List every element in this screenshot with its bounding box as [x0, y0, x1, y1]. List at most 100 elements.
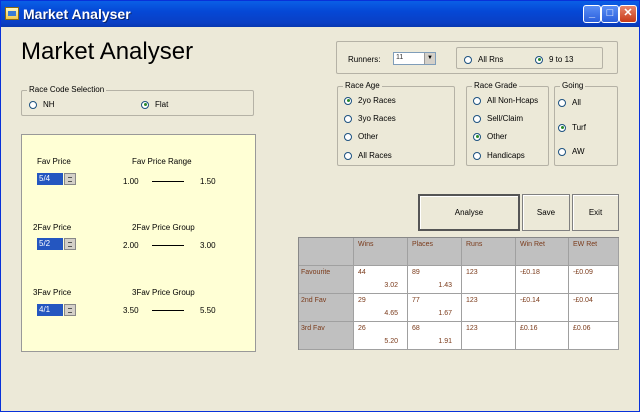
minimize-button[interactable]: _ [583, 5, 601, 23]
radio-all-races[interactable]: All Races [344, 151, 392, 160]
maximize-icon: □ [606, 7, 614, 19]
radio-all-non-hcaps[interactable]: All Non-Hcaps [473, 96, 538, 105]
table-cell[interactable]: -£0.18 [516, 266, 569, 294]
fav2-group-low: 2.00 [123, 241, 139, 250]
table-cell[interactable]: 26 5.20 [354, 322, 408, 350]
maximize-button[interactable]: □ [601, 5, 619, 23]
radio-grade-other[interactable]: Other [473, 132, 507, 141]
close-icon: ✕ [623, 7, 633, 19]
table-cell[interactable]: £0.16 [516, 322, 569, 350]
radio-turf[interactable]: Turf [558, 123, 586, 132]
fav2-price-stepper[interactable]: 5/2 [37, 238, 76, 250]
runners-value: 11 [396, 54, 404, 61]
table-cell[interactable]: 68 1.91 [408, 322, 462, 350]
app-icon [5, 7, 19, 20]
column-header[interactable]: EW Ret [569, 238, 619, 266]
save-button[interactable]: Save [522, 194, 570, 231]
radio-indicator [464, 55, 472, 64]
table-cell[interactable]: 123 [462, 322, 516, 350]
radio-indicator [473, 132, 481, 141]
fav3-price-stepper[interactable]: 4/1 [37, 304, 76, 316]
column-header[interactable]: Runs [462, 238, 516, 266]
race-code-legend: Race Code Selection [27, 85, 107, 94]
radio-label: All [572, 98, 581, 107]
runners-label: Runners: [348, 55, 381, 64]
going-legend: Going [560, 81, 586, 90]
table-cell[interactable]: 77 1.67 [408, 294, 462, 322]
radio-indicator [473, 96, 481, 105]
radio-handicaps[interactable]: Handicaps [473, 151, 525, 160]
row-header[interactable]: Favourite [299, 266, 354, 294]
radio-label: All Races [358, 151, 392, 160]
radio-label: All Rns [478, 55, 504, 64]
radio-indicator [29, 100, 37, 109]
row-header[interactable]: 2nd Fav [299, 294, 354, 322]
radio-label: 2yo Races [358, 96, 396, 105]
table-cell[interactable]: 44 3.02 [354, 266, 408, 294]
table-cell[interactable]: -£0.09 [569, 266, 619, 294]
price-panel: Fav Price Fav Price Range 5/4 1.00 1.50 … [21, 134, 256, 352]
table-cell[interactable]: -£0.14 [516, 294, 569, 322]
fav3-price-value[interactable]: 4/1 [37, 304, 63, 316]
radio-label: Flat [155, 100, 169, 109]
column-header[interactable]: Wins [354, 238, 408, 266]
radio-indicator [535, 55, 543, 64]
radio-label: Handicaps [487, 151, 525, 160]
results-table[interactable]: Wins Places Runs Win Ret EW Ret Favourit… [298, 237, 619, 350]
radio-sell-claim[interactable]: Sell/Claim [473, 114, 523, 123]
title-bar[interactable]: Market Analyser _ □ ✕ [1, 1, 639, 27]
fav-range-high: 1.50 [200, 177, 216, 186]
exit-button[interactable]: Exit [572, 194, 619, 231]
fav2-price-label: 2Fav Price [33, 223, 72, 232]
page-title: Market Analyser [21, 38, 194, 65]
radio-label: AW [572, 147, 585, 156]
app-window: Market Analyser _ □ ✕ Market Analyser Ru… [0, 0, 640, 412]
runners-dropdown[interactable]: 11 ▼ [393, 52, 436, 65]
radio-indicator [141, 100, 149, 109]
minimize-icon: _ [588, 7, 596, 19]
radio-3yo-races[interactable]: 3yo Races [344, 114, 396, 123]
radio-nh[interactable]: NH [29, 100, 55, 109]
radio-label: NH [43, 100, 55, 109]
table-cell[interactable]: 89 1.43 [408, 266, 462, 294]
race-age-legend: Race Age [343, 81, 382, 90]
fav2-group-high: 3.00 [200, 241, 216, 250]
column-header[interactable]: Places [408, 238, 462, 266]
spin-arrows-icon[interactable] [64, 238, 76, 250]
radio-indicator [344, 151, 352, 160]
radio-9-to-13[interactable]: 9 to 13 [535, 55, 573, 64]
radio-label: 3yo Races [358, 114, 396, 123]
radio-indicator [473, 114, 481, 123]
table-cell[interactable]: 123 [462, 266, 516, 294]
table-cell[interactable]: £0.06 [569, 322, 619, 350]
fav-price-value[interactable]: 5/4 [37, 173, 63, 185]
fav2-price-value[interactable]: 5/2 [37, 238, 63, 250]
spin-arrows-icon[interactable] [64, 173, 76, 185]
range-dash [152, 310, 184, 311]
radio-going-all[interactable]: All [558, 98, 581, 107]
fav-price-label: Fav Price [37, 157, 71, 166]
chevron-down-icon[interactable]: ▼ [424, 53, 435, 64]
radio-all-runners[interactable]: All Rns [464, 55, 503, 64]
table-corner [299, 238, 354, 266]
range-dash [152, 181, 184, 182]
radio-aw[interactable]: AW [558, 147, 585, 156]
table-cell[interactable]: 29 4.65 [354, 294, 408, 322]
radio-2yo-races[interactable]: 2yo Races [344, 96, 396, 105]
analyse-button[interactable]: Analyse [418, 194, 520, 231]
radio-indicator [473, 151, 481, 160]
close-button[interactable]: ✕ [619, 5, 637, 23]
radio-label: Other [358, 132, 379, 141]
row-header[interactable]: 3rd Fav [299, 322, 354, 350]
fav2-price-group-label: 2Fav Price Group [132, 223, 195, 232]
radio-age-other[interactable]: Other [344, 132, 378, 141]
fav3-group-low: 3.50 [123, 306, 139, 315]
spin-arrows-icon[interactable] [64, 304, 76, 316]
column-header[interactable]: Win Ret [516, 238, 569, 266]
radio-indicator [344, 114, 352, 123]
fav-price-stepper[interactable]: 5/4 [37, 173, 76, 185]
table-cell[interactable]: 123 [462, 294, 516, 322]
table-cell[interactable]: -£0.04 [569, 294, 619, 322]
fav3-group-high: 5.50 [200, 306, 216, 315]
radio-flat[interactable]: Flat [141, 100, 168, 109]
